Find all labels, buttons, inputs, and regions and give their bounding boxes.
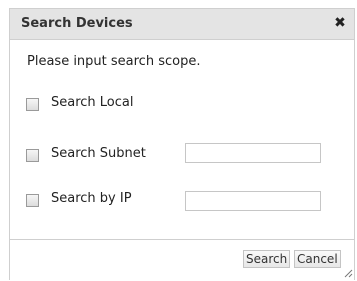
resize-grip-icon[interactable] — [344, 269, 353, 278]
search-subnet-label[interactable]: Search Subnet — [51, 146, 146, 161]
search-local-label[interactable]: Search Local — [51, 95, 134, 110]
search-subnet-checkbox[interactable] — [26, 149, 39, 162]
cancel-button[interactable]: Cancel — [294, 250, 341, 268]
subnet-input[interactable] — [185, 143, 321, 163]
ip-input[interactable] — [185, 191, 321, 211]
dialog-titlebar[interactable]: Search Devices ✖ — [10, 9, 354, 40]
search-by-ip-label[interactable]: Search by IP — [51, 191, 132, 206]
search-local-checkbox[interactable] — [26, 98, 39, 111]
search-button[interactable]: Search — [243, 250, 291, 268]
search-scope-prompt: Please input search scope. — [27, 54, 201, 69]
footer-divider — [10, 239, 354, 240]
search-devices-dialog: Search Devices ✖ Please input search sco… — [9, 8, 355, 280]
dialog-title: Search Devices — [21, 16, 133, 31]
search-by-ip-checkbox[interactable] — [26, 194, 39, 207]
close-icon[interactable]: ✖ — [333, 15, 347, 31]
